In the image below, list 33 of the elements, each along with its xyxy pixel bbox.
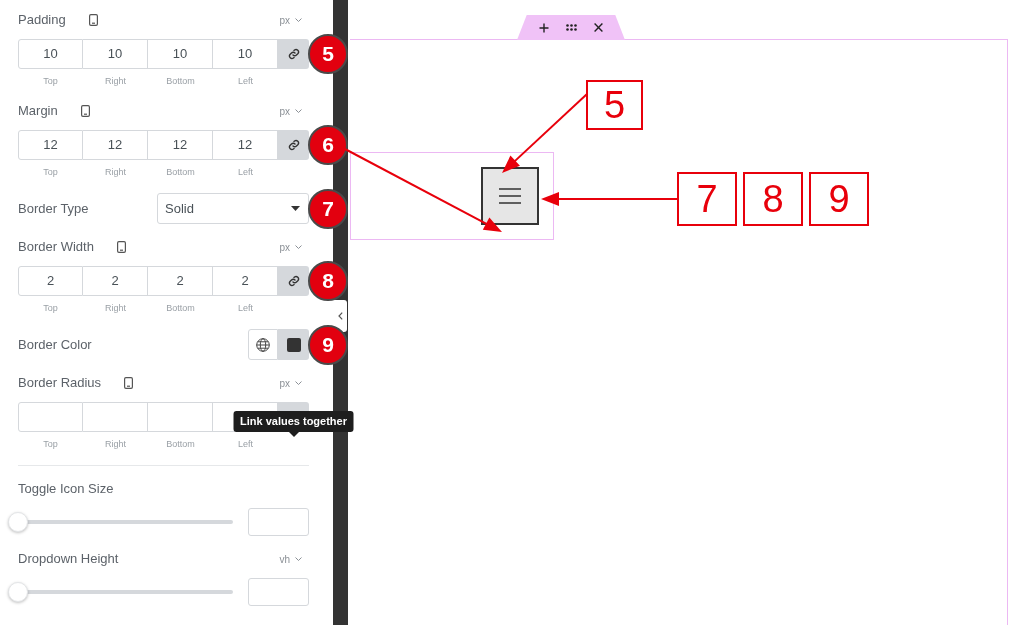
side-caption: Right	[104, 75, 127, 88]
control-label: Dropdown Height	[18, 550, 119, 569]
side-caption: Top	[42, 302, 59, 315]
callout-box: 9	[809, 172, 869, 226]
side-caption: Bottom	[165, 302, 196, 315]
side-caption: Left	[237, 302, 254, 315]
callout-box: 5	[586, 80, 643, 130]
control-label: Border Width	[18, 238, 94, 257]
side-caption: Bottom	[165, 166, 196, 179]
side-caption: Bottom	[165, 438, 196, 451]
side-caption: Right	[104, 166, 127, 179]
control-label: Border Radius	[18, 374, 102, 393]
control-label: Toggle Icon Size	[18, 480, 114, 499]
step-badge: 9	[308, 324, 348, 365]
control-label: Border Type	[18, 199, 89, 218]
step-badge: 6	[308, 125, 348, 165]
side-caption: Top	[42, 75, 59, 88]
side-caption: Left	[237, 75, 254, 88]
callout-box: 8	[743, 172, 803, 226]
step-badge: 7	[308, 188, 348, 229]
side-caption: Top	[42, 438, 59, 451]
control-label: Margin	[18, 102, 58, 121]
side-caption: Bottom	[165, 75, 196, 88]
callout-box: 7	[677, 172, 737, 226]
side-caption: Right	[104, 302, 127, 315]
side-caption: Left	[237, 438, 254, 451]
step-badge: 5	[308, 34, 348, 74]
side-caption: Left	[237, 166, 254, 179]
control-label: Border Color	[18, 335, 92, 354]
side-caption: Top	[42, 166, 59, 179]
side-caption: Right	[104, 438, 127, 451]
control-label: Padding	[18, 11, 66, 30]
step-badge: 8	[308, 261, 348, 301]
